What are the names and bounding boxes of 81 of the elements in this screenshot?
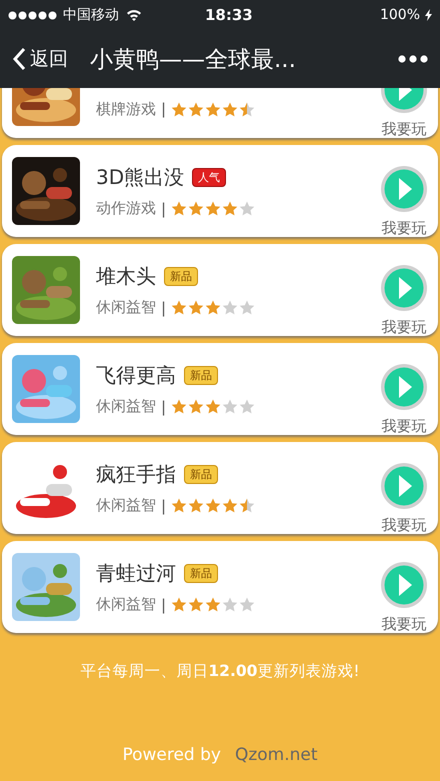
- game-category: 休闲益智: [96, 595, 156, 614]
- star-icon: [171, 399, 188, 414]
- game-tag: 人气: [192, 168, 226, 187]
- star-icon: [171, 300, 188, 315]
- play-button[interactable]: [380, 462, 428, 510]
- game-card[interactable]: 棋牌游戏 | 我要玩: [2, 88, 438, 138]
- star-icon: [239, 399, 256, 414]
- star-icon: [222, 498, 238, 513]
- separator: |: [161, 496, 166, 514]
- star-icon: [222, 300, 238, 315]
- game-tag: 新品: [184, 564, 218, 583]
- page-title: 小黄鸭——全球最...: [90, 46, 297, 74]
- play-label[interactable]: 我要玩: [382, 614, 426, 634]
- star-icon: [239, 201, 256, 216]
- back-chevron-icon: [12, 47, 26, 71]
- signal-icon: [8, 10, 58, 20]
- star-icon: [239, 300, 256, 315]
- star-icon: [205, 300, 222, 315]
- play-button[interactable]: [380, 264, 428, 312]
- game-card[interactable]: 飞得更高 新品 休闲益智 | 我要玩: [2, 343, 438, 435]
- star-icon: [222, 597, 238, 612]
- play-button[interactable]: [380, 560, 428, 608]
- separator: |: [161, 200, 166, 218]
- star-icon: [205, 498, 222, 513]
- play-label[interactable]: 我要玩: [382, 416, 426, 436]
- play-label[interactable]: 我要玩: [382, 516, 426, 534]
- star-icon: [188, 597, 204, 612]
- play-label[interactable]: 我要玩: [382, 318, 426, 336]
- star-icon: [239, 498, 256, 513]
- star-icon: [171, 102, 188, 116]
- game-category: 休闲益智: [96, 298, 156, 317]
- star-icon: [205, 102, 222, 116]
- game-title: 青蛙过河: [96, 560, 176, 587]
- star-icon: [188, 300, 204, 315]
- separator: |: [161, 298, 166, 316]
- separator: |: [161, 398, 166, 416]
- star-icon: [188, 498, 204, 513]
- wifi-icon: [126, 9, 142, 21]
- star-icon: [205, 597, 222, 612]
- game-card[interactable]: 3D熊出没 人气 动作游戏 | 我要玩: [2, 145, 438, 237]
- game-title: 疯狂手指: [96, 461, 176, 488]
- star-icon: [205, 399, 222, 414]
- star-icon: [171, 201, 188, 216]
- separator: |: [161, 596, 166, 614]
- game-category: 休闲益智: [96, 397, 156, 416]
- star-icon: [188, 399, 204, 414]
- star-icon: [222, 399, 238, 414]
- star-icon: [205, 201, 222, 216]
- game-tag: 新品: [184, 366, 218, 385]
- game-title: 堆木头: [96, 263, 156, 290]
- back-link[interactable]: 返回: [12, 46, 68, 72]
- game-title: 飞得更高: [96, 362, 176, 389]
- more-icon[interactable]: [398, 55, 428, 63]
- star-icon: [171, 498, 188, 513]
- game-tag: 新品: [184, 465, 218, 484]
- game-category: 棋牌游戏: [96, 100, 156, 118]
- star-icon: [188, 201, 204, 216]
- powered-by-text: Powered by: [122, 745, 221, 765]
- star-icon: [188, 102, 204, 116]
- play-button[interactable]: [380, 164, 428, 212]
- battery-percent: 100%: [380, 7, 420, 23]
- back-label[interactable]: 返回: [30, 46, 68, 72]
- carrier-name: 中国移动: [63, 6, 119, 24]
- game-category: 动作游戏: [96, 199, 156, 218]
- play-label[interactable]: 我要玩: [382, 120, 426, 138]
- clock-time: 18:33: [205, 6, 254, 24]
- star-icon: [239, 102, 256, 116]
- separator: |: [161, 100, 166, 118]
- star-icon: [239, 597, 256, 612]
- game-tag: 新品: [164, 267, 198, 286]
- play-button[interactable]: [380, 362, 428, 410]
- star-icon: [171, 597, 188, 612]
- star-icon: [222, 102, 238, 116]
- game-card[interactable]: 堆木头 新品 休闲益智 | 我要玩: [2, 244, 438, 336]
- charging-icon: [425, 9, 432, 21]
- game-card[interactable]: 疯狂手指 新品 休闲益智 | 我要玩: [2, 442, 438, 534]
- game-card[interactable]: 青蛙过河 新品 休闲益智 | 我要玩: [2, 541, 438, 633]
- game-title: 3D熊出没: [96, 164, 184, 191]
- game-category: 休闲益智: [96, 496, 156, 515]
- star-icon: [222, 201, 238, 216]
- play-label[interactable]: 我要玩: [382, 218, 426, 238]
